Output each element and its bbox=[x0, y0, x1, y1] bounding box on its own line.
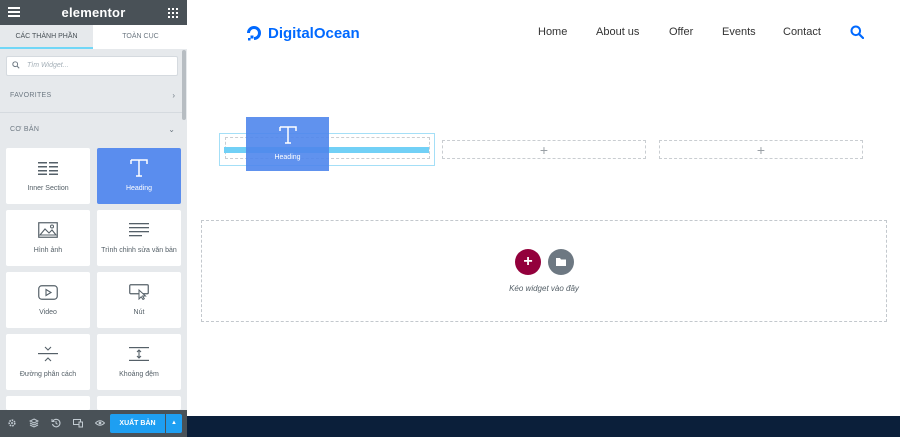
drop-zone-hint: Kéo widget vào đây bbox=[509, 284, 579, 293]
widget-label: Hình ảnh bbox=[33, 247, 63, 254]
heading-icon bbox=[130, 159, 148, 177]
widget-label: Đường phân cách bbox=[19, 371, 77, 378]
settings-icon[interactable] bbox=[7, 418, 17, 428]
widget-label: Video bbox=[39, 309, 57, 316]
navigator-icon[interactable] bbox=[29, 418, 39, 428]
folder-icon bbox=[556, 258, 566, 266]
plus-icon[interactable]: + bbox=[443, 142, 645, 158]
add-section-button[interactable]: + bbox=[515, 249, 541, 275]
site-logo[interactable]: DigitalOcean bbox=[245, 24, 360, 42]
widget-partial[interactable] bbox=[6, 396, 90, 410]
history-icon[interactable] bbox=[51, 418, 61, 428]
search-icon bbox=[12, 61, 20, 69]
widget-partial[interactable] bbox=[97, 396, 181, 410]
publish-button[interactable]: XUẤT BẢN bbox=[110, 414, 165, 433]
empty-column[interactable]: + bbox=[442, 140, 646, 159]
tab-global[interactable]: TOÀN CỤC bbox=[94, 25, 187, 49]
search-placeholder: Tìm Widget... bbox=[27, 62, 69, 69]
widget-label: Inner Section bbox=[27, 185, 69, 192]
divider bbox=[0, 112, 182, 113]
heading-icon bbox=[278, 126, 297, 144]
text-editor-icon bbox=[129, 223, 149, 237]
search-icon[interactable] bbox=[850, 25, 864, 39]
elementor-panel: elementor CÁC THÀNH PHẦN TOÀN CỤC Tìm Wi… bbox=[0, 0, 187, 437]
image-icon bbox=[38, 222, 58, 238]
widget-divider[interactable]: Đường phân cách bbox=[6, 334, 90, 390]
page-footer-strip bbox=[187, 416, 900, 437]
empty-column[interactable]: + bbox=[659, 140, 863, 159]
add-section-zone[interactable]: + Kéo widget vào đây bbox=[201, 220, 887, 322]
chevron-up-icon[interactable]: ▲ bbox=[166, 414, 182, 433]
nav-contact[interactable]: Contact bbox=[783, 26, 821, 38]
dragged-widget[interactable]: Heading bbox=[246, 117, 329, 171]
panel-header: elementor bbox=[0, 0, 187, 25]
spacer-icon bbox=[129, 347, 149, 361]
brand-name: DigitalOcean bbox=[268, 24, 360, 42]
tab-elements[interactable]: CÁC THÀNH PHẦN bbox=[0, 25, 93, 49]
widgets-grid-icon[interactable] bbox=[168, 8, 178, 18]
nav-about-us[interactable]: About us bbox=[596, 26, 639, 38]
dragged-widget-label: Heading bbox=[274, 154, 301, 161]
editor-canvas: DigitalOcean Home About us Offer Events … bbox=[187, 0, 900, 437]
chevron-down-icon[interactable]: ⌄ bbox=[168, 125, 175, 134]
widget-label: Nút bbox=[133, 309, 145, 316]
chevron-right-icon[interactable]: › bbox=[172, 91, 175, 100]
preview-icon[interactable] bbox=[95, 418, 105, 428]
nav-home[interactable]: Home bbox=[538, 26, 567, 38]
widget-image[interactable]: Hình ảnh bbox=[6, 210, 90, 266]
nav-offer[interactable]: Offer bbox=[669, 26, 693, 38]
widget-label: Heading bbox=[125, 185, 153, 192]
add-template-button[interactable] bbox=[548, 249, 574, 275]
widget-spacer[interactable]: Khoảng đệm bbox=[97, 334, 181, 390]
app-logo: elementor bbox=[61, 5, 126, 20]
plus-icon[interactable]: + bbox=[660, 142, 862, 158]
widget-video[interactable]: Video bbox=[6, 272, 90, 328]
widget-text-editor[interactable]: Trình chỉnh sửa văn bản bbox=[97, 210, 181, 266]
category-basic[interactable]: CƠ BẢN bbox=[10, 126, 39, 133]
panel-footer: XUẤT BẢN ▲ bbox=[0, 410, 187, 437]
button-icon bbox=[129, 284, 149, 300]
video-icon bbox=[38, 284, 58, 300]
panel-scrollbar[interactable] bbox=[182, 50, 186, 120]
widget-label: Trình chỉnh sửa văn bản bbox=[101, 247, 177, 254]
inner-section-icon bbox=[38, 162, 58, 175]
divider-icon bbox=[38, 346, 58, 362]
nav-events[interactable]: Events bbox=[722, 26, 756, 38]
widget-search-input[interactable]: Tìm Widget... bbox=[6, 56, 178, 76]
responsive-icon[interactable] bbox=[73, 418, 83, 428]
panel-tabs: CÁC THÀNH PHẦN TOÀN CỤC bbox=[0, 25, 187, 49]
widget-heading[interactable]: Heading bbox=[97, 148, 181, 204]
category-favorites[interactable]: FAVORITES bbox=[10, 92, 51, 99]
widget-inner-section[interactable]: Inner Section bbox=[6, 148, 90, 204]
widget-button[interactable]: Nút bbox=[97, 272, 181, 328]
widget-label: Khoảng đệm bbox=[119, 371, 159, 378]
digitalocean-logo-icon bbox=[247, 26, 261, 41]
